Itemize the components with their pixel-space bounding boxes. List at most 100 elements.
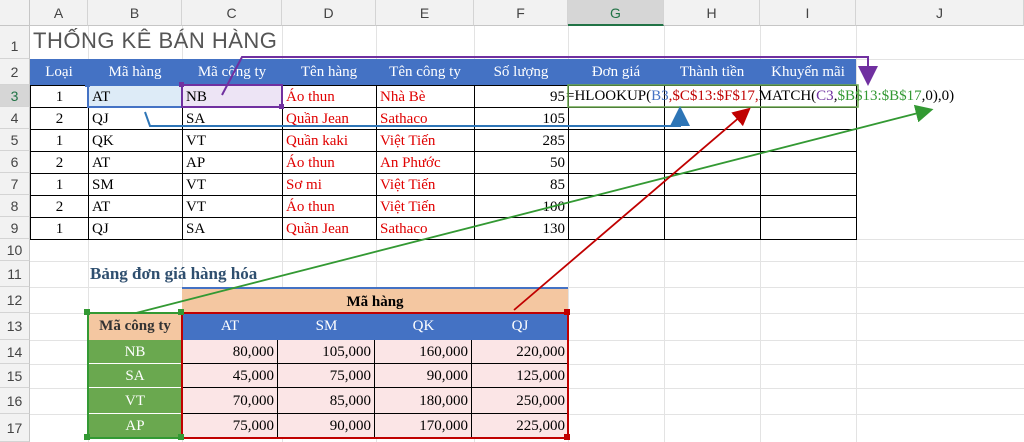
header-loai[interactable]: Loại [30,59,88,86]
row-header-13[interactable]: 13 [0,313,30,340]
row-header-9[interactable]: 9 [0,217,30,239]
cell-ten-cong-ty[interactable]: Việt Tiến [376,173,475,196]
cell-so-luong[interactable]: 85 [474,173,569,196]
price-col-qk[interactable]: QK [375,313,472,340]
header-khuyen-mai[interactable]: Khuyến mãi [760,59,856,86]
cell-ten-hang[interactable]: Quần Jean [282,217,377,240]
row-header-1[interactable]: 1 [0,26,30,59]
cell-ma-hang[interactable]: AT [88,151,183,174]
price-col-at[interactable]: AT [182,313,278,340]
cell-ma-hang[interactable]: QJ [88,107,183,130]
column-header-c[interactable]: C [182,0,282,26]
row-header-2[interactable]: 2 [0,59,30,85]
cell-ma-cong-ty[interactable]: VT [182,129,283,152]
cell-ten-cong-ty[interactable]: Việt Tiến [376,195,475,218]
row-header-8[interactable]: 8 [0,195,30,217]
cell-khuyen-mai[interactable] [760,129,857,152]
row-header-11[interactable]: 11 [0,261,30,287]
cell-ten-cong-ty[interactable]: Sathaco [376,217,475,240]
row-header-17[interactable]: 17 [0,414,30,442]
cell-ma-cong-ty[interactable]: VT [182,195,283,218]
row-header-15[interactable]: 15 [0,364,30,388]
cell-ma-hang[interactable]: QK [88,129,183,152]
cell-thanh-tien[interactable] [664,195,761,218]
column-header-j[interactable]: J [856,0,1024,26]
header-thanh-tien[interactable]: Thành tiền [664,59,760,86]
cell-thanh-tien[interactable] [664,107,761,130]
cell-thanh-tien[interactable] [664,217,761,240]
cell-ten-hang[interactable]: Áo thun [282,195,377,218]
cell-ma-hang[interactable]: AT [88,195,183,218]
column-header-b[interactable]: B [88,0,182,26]
select-all-corner[interactable] [0,0,30,26]
cell-so-luong[interactable]: 130 [474,217,569,240]
price-value[interactable]: 250,000 [472,388,568,414]
cell-ma-hang[interactable]: SM [88,173,183,196]
column-header-g[interactable]: G [568,0,664,26]
cell-khuyen-mai[interactable] [760,173,857,196]
header-ma-hang[interactable]: Mã hàng [88,59,182,86]
price-value[interactable]: 220,000 [472,340,568,364]
cell-thanh-tien[interactable] [664,173,761,196]
cell-don-gia[interactable] [568,151,665,174]
cell-ten-hang[interactable]: Áo thun [282,85,377,108]
cell-ten-cong-ty[interactable]: Nhà Bè [376,85,475,108]
cell-ma-hang[interactable]: QJ [88,217,183,240]
price-value[interactable]: 45,000 [182,364,278,388]
cell-don-gia[interactable] [568,195,665,218]
price-value[interactable]: 80,000 [182,340,278,364]
price-value[interactable]: 75,000 [182,414,278,438]
header-ten-cong-ty[interactable]: Tên công ty [376,59,474,86]
price-value[interactable]: 70,000 [182,388,278,414]
column-header-h[interactable]: H [664,0,760,26]
formula-text[interactable]: =HLOOKUP(B3,$C$13:$F$17,MATCH(C3,$B$13:$… [566,88,954,105]
cell-don-gia[interactable] [568,173,665,196]
cell-loai[interactable]: 1 [30,217,89,240]
price-value[interactable]: 85,000 [278,388,375,414]
spreadsheet[interactable]: A B C D E F G H I J 1 2 3 4 5 6 7 8 9 10… [0,0,1024,442]
header-ten-hang[interactable]: Tên hàng [282,59,376,86]
price-corner-header[interactable]: Mã công ty [88,313,182,340]
row-header-3[interactable]: 3 [0,85,30,107]
cell-ma-cong-ty[interactable]: SA [182,217,283,240]
price-value[interactable]: 75,000 [278,364,375,388]
cell-ten-cong-ty[interactable]: An Phước [376,151,475,174]
row-header-16[interactable]: 16 [0,388,30,414]
cell-khuyen-mai[interactable] [760,195,857,218]
header-don-gia[interactable]: Đơn giá [568,59,664,86]
price-value[interactable]: 125,000 [472,364,568,388]
price-group-header[interactable]: Mã hàng [182,287,568,313]
cell-loai[interactable]: 1 [30,173,89,196]
cell-so-luong[interactable]: 285 [474,129,569,152]
cell-loai[interactable]: 2 [30,195,89,218]
cell-thanh-tien[interactable] [664,129,761,152]
cell-ten-cong-ty[interactable]: Việt Tiến [376,129,475,152]
column-header-e[interactable]: E [376,0,474,26]
column-header-i[interactable]: I [760,0,856,26]
price-value[interactable]: 90,000 [278,414,375,438]
header-ma-cong-ty[interactable]: Mã công ty [182,59,282,86]
row-header-4[interactable]: 4 [0,107,30,129]
cell-so-luong[interactable]: 100 [474,195,569,218]
header-so-luong[interactable]: Số lượng [474,59,568,86]
price-company[interactable]: AP [88,414,182,438]
price-company[interactable]: VT [88,388,182,414]
cell-don-gia[interactable] [568,107,665,130]
cell-so-luong[interactable]: 95 [474,85,569,108]
cell-ma-cong-ty[interactable]: VT [182,173,283,196]
cell-loai[interactable]: 2 [30,151,89,174]
price-col-sm[interactable]: SM [278,313,375,340]
price-value[interactable]: 105,000 [278,340,375,364]
cell-ten-hang[interactable]: Quần kaki [282,129,377,152]
cell-khuyen-mai[interactable] [760,217,857,240]
cell-don-gia[interactable] [568,217,665,240]
price-value[interactable]: 90,000 [375,364,472,388]
column-header-a[interactable]: A [30,0,88,26]
cell-ten-hang[interactable]: Quần Jean [282,107,377,130]
row-header-7[interactable]: 7 [0,173,30,195]
column-header-f[interactable]: F [474,0,568,26]
cell-don-gia[interactable] [568,129,665,152]
price-value[interactable]: 225,000 [472,414,568,438]
cell-ten-hang[interactable]: Áo thun [282,151,377,174]
cell-loai[interactable]: 2 [30,107,89,130]
